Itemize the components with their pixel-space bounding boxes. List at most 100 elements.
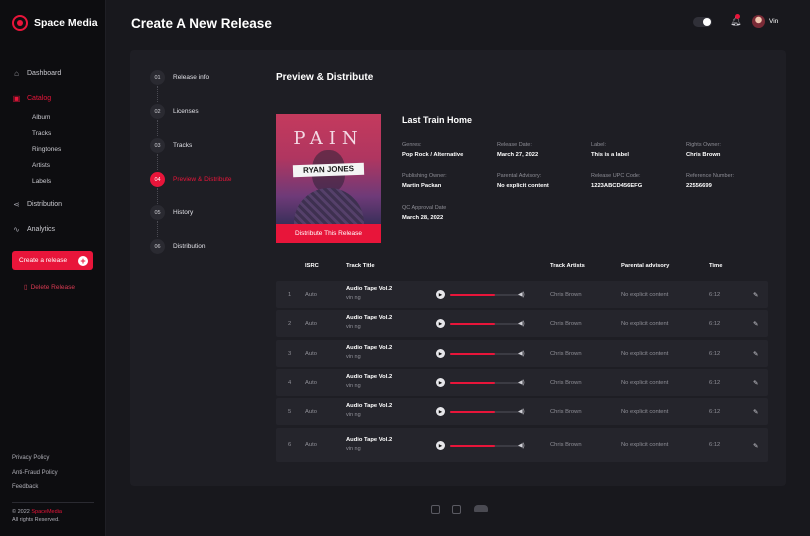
copyright-rights: All rights Reserved. (12, 517, 60, 523)
table-row[interactable]: 5 Auto Audio Tape Vol.2 vin ng ▶ ◀︎) Chr… (276, 398, 768, 425)
share-icon: ⋖ (13, 199, 20, 209)
row-advisory: No explicit content (621, 409, 669, 415)
volume-icon[interactable]: ◀︎) (518, 350, 525, 357)
row-time: 6:12 (709, 442, 721, 448)
step-number: 03 (150, 138, 165, 153)
play-icon[interactable]: ▶ (436, 349, 445, 358)
step-tracks[interactable]: 03 Tracks (150, 138, 192, 153)
play-icon[interactable]: ▶ (436, 378, 445, 387)
play-icon[interactable]: ▶ (436, 319, 445, 328)
table-row[interactable]: 6 Auto Audio Tape Vol.2 vin ng ▶ ◀︎) Chr… (276, 428, 768, 462)
col-time: Time (709, 263, 723, 269)
step-distribution[interactable]: 06 Distribution (150, 239, 206, 254)
step-label: History (173, 209, 194, 216)
row-number: 2 (288, 321, 292, 327)
step-licenses[interactable]: 02 Licenses (150, 104, 199, 119)
sidebar-item-catalog[interactable]: ▣ Catalog (12, 92, 51, 104)
play-icon[interactable]: ▶ (436, 441, 445, 450)
meta-value: March 27, 2022 (497, 152, 539, 158)
distribute-release-button[interactable]: Distribute This Release (276, 224, 381, 243)
step-history[interactable]: 05 History (150, 205, 193, 220)
create-release-label: Create a release (19, 257, 68, 264)
edit-icon[interactable]: ✎ (753, 408, 758, 416)
sidebar-item-dashboard[interactable]: ⌂ Dashboard (12, 67, 61, 79)
row-subtitle: vin ng (346, 383, 361, 389)
feedback-link[interactable]: Feedback (12, 484, 58, 499)
step-preview-distribute[interactable]: 04 Preview & Distribute (150, 172, 232, 187)
volume-icon[interactable]: ◀︎) (518, 442, 525, 449)
edit-icon[interactable]: ✎ (753, 320, 758, 328)
col-track-title: Track Title (346, 263, 375, 269)
instagram-icon[interactable] (431, 505, 440, 514)
delete-release-button[interactable]: ▯ Delete Release (24, 283, 76, 292)
sidebar-item-label: Distribution (27, 200, 63, 208)
meta-publishing-owner: Publishing Owner: Martin Packan (402, 173, 447, 189)
row-artists: Chris Brown (550, 409, 582, 415)
row-isrc: Auto (305, 409, 317, 415)
sidebar-subitem-tracks[interactable]: Tracks (12, 126, 100, 142)
page-title: Create A New Release (131, 16, 272, 31)
sidebar-item-analytics[interactable]: ∿ Analytics (12, 223, 55, 235)
sidebar: Space Media ⌂ Dashboard ▣ Catalog Album … (0, 0, 106, 536)
step-label: Distribution (173, 243, 206, 250)
anti-fraud-policy-link[interactable]: Anti-Fraud Policy (12, 470, 58, 485)
play-icon[interactable]: ▶ (436, 407, 445, 416)
meta-value: This is a label (591, 152, 630, 158)
soundcloud-icon[interactable] (474, 505, 488, 512)
meta-reference-number: Reference Number: 22556699 (686, 173, 734, 189)
volume-icon[interactable]: ◀︎) (518, 320, 525, 327)
play-icon[interactable]: ▶ (436, 290, 445, 299)
row-title: Audio Tape Vol.2 (346, 374, 393, 380)
theme-toggle[interactable] (693, 17, 712, 27)
user-name[interactable]: Vin (769, 18, 778, 25)
step-release-info[interactable]: 01 Release info (150, 70, 209, 85)
row-isrc: Auto (305, 442, 317, 448)
track-progress-bar[interactable] (450, 294, 522, 296)
sidebar-item-distribution[interactable]: ⋖ Distribution (12, 198, 62, 210)
track-progress-bar[interactable] (450, 382, 522, 384)
avatar[interactable] (752, 15, 765, 28)
track-progress-fill (450, 323, 495, 325)
track-progress-bar[interactable] (450, 323, 522, 325)
footer-links: Privacy Policy Anti-Fraud Policy Feedbac… (12, 455, 58, 499)
table-row[interactable]: 3 Auto Audio Tape Vol.2 vin ng ▶ ◀︎) Chr… (276, 340, 768, 367)
table-row[interactable]: 1 Auto Audio Tape Vol.2 vin ng ▶ ◀︎) Chr… (276, 281, 768, 308)
meta-value: March 28, 2022 (402, 215, 444, 221)
row-title: Audio Tape Vol.2 (346, 437, 393, 443)
meta-upc-code: Release UPC Code: 1223ABCD456EFG (591, 173, 642, 189)
row-title: Audio Tape Vol.2 (346, 315, 393, 321)
volume-icon[interactable]: ◀︎) (518, 379, 525, 386)
brand-logo[interactable]: Space Media (12, 15, 98, 31)
app-root: Space Media ⌂ Dashboard ▣ Catalog Album … (0, 0, 810, 536)
step-connector (157, 120, 158, 136)
row-advisory: No explicit content (621, 292, 669, 298)
table-row[interactable]: 4 Auto Audio Tape Vol.2 vin ng ▶ ◀︎) Chr… (276, 369, 768, 396)
track-progress-bar[interactable] (450, 353, 522, 355)
volume-icon[interactable]: ◀︎) (518, 408, 525, 415)
track-progress-bar[interactable] (450, 411, 522, 413)
track-progress-bar[interactable] (450, 445, 522, 447)
edit-icon[interactable]: ✎ (753, 350, 758, 358)
logo-icon (12, 15, 28, 31)
edit-icon[interactable]: ✎ (753, 291, 758, 299)
analytics-icon: ∿ (13, 224, 20, 234)
sidebar-subitem-artists[interactable]: Artists (12, 158, 100, 174)
footer-divider (12, 502, 94, 503)
sidebar-item-label: Catalog (27, 94, 52, 102)
meta-key: Genres: (402, 142, 422, 148)
tiktok-icon[interactable] (452, 505, 461, 514)
sidebar-subitem-ringtones[interactable]: Ringtones (12, 142, 100, 158)
row-number: 4 (288, 380, 292, 386)
volume-icon[interactable]: ◀︎) (518, 291, 525, 298)
edit-icon[interactable]: ✎ (753, 379, 758, 387)
edit-icon[interactable]: ✎ (753, 442, 758, 450)
row-isrc: Auto (305, 380, 317, 386)
privacy-policy-link[interactable]: Privacy Policy (12, 455, 58, 470)
sidebar-subitem-labels[interactable]: Labels (12, 174, 100, 190)
delete-release-label: Delete Release (30, 283, 76, 291)
create-release-button[interactable]: Create a release + (12, 251, 93, 270)
copyright-brand: SpaceMedia (31, 509, 62, 515)
sidebar-subitem-album[interactable]: Album (12, 110, 100, 126)
plus-icon: + (78, 255, 88, 266)
table-row[interactable]: 2 Auto Audio Tape Vol.2 vin ng ▶ ◀︎) Chr… (276, 310, 768, 337)
